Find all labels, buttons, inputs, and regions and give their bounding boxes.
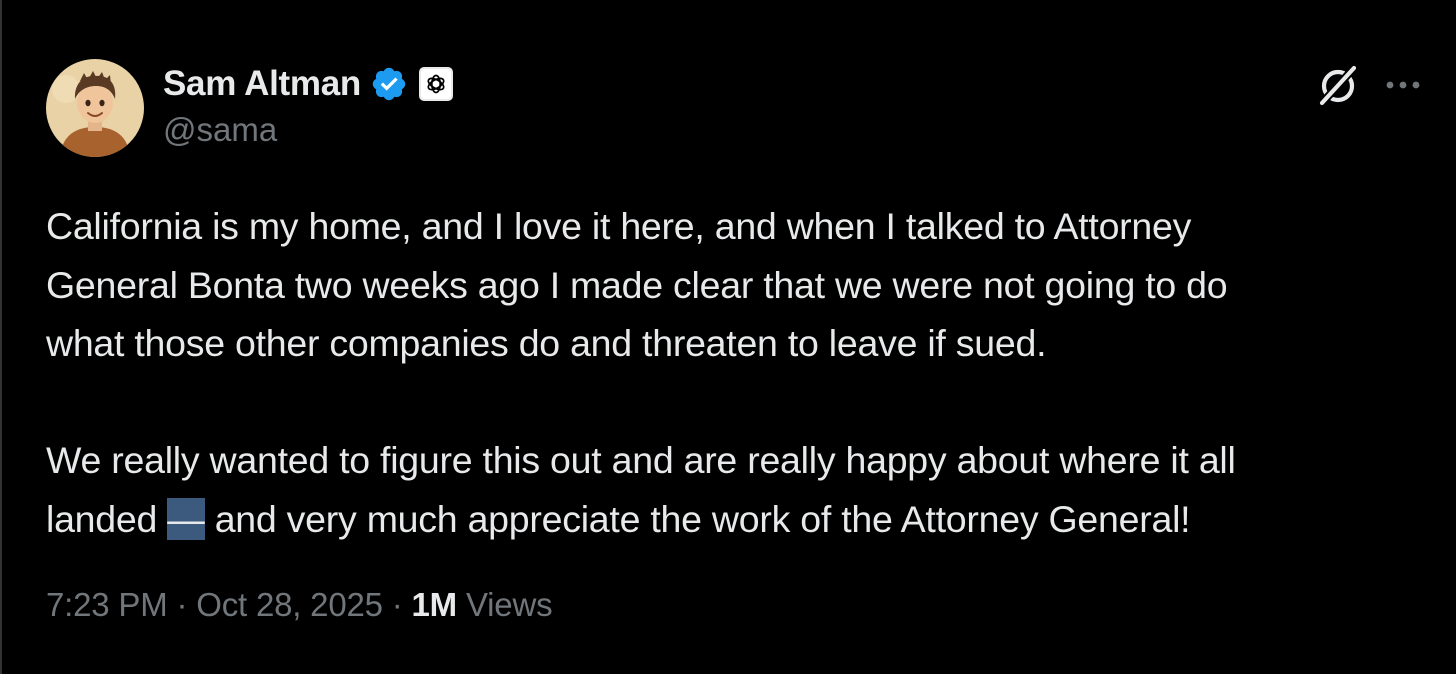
tweet-card: Sam Altman @sama California is my home, … <box>0 0 1456 674</box>
tweet-paragraph: California is my home, and I love it her… <box>46 197 1436 373</box>
avatar[interactable] <box>46 59 144 157</box>
more-options-icon[interactable] <box>1383 77 1423 93</box>
verified-badge-icon[interactable] <box>370 65 408 103</box>
avatar-illustration <box>46 59 144 157</box>
author-name-row: Sam Altman <box>163 62 453 106</box>
selected-text-highlight: — <box>167 497 205 540</box>
tweet-paragraph: We really wanted to figure this out and … <box>46 431 1436 548</box>
tweet-time[interactable]: 7:23 PM <box>46 586 168 623</box>
tweet-line: California is my home, and I love it her… <box>46 205 1192 247</box>
views-count: 1M <box>411 586 458 623</box>
tweet-line: and very much appreciate the work of the… <box>204 497 1191 540</box>
tweet-line: landed <box>46 497 168 540</box>
tweet-line: what those other companies do and threat… <box>46 322 1047 364</box>
meta-separator: · <box>167 586 197 623</box>
openai-logo-icon[interactable] <box>418 67 453 101</box>
meta-separator: · <box>382 586 412 623</box>
grok-icon[interactable] <box>1315 62 1361 108</box>
views-label: Views <box>456 586 553 623</box>
author-display-name[interactable]: Sam Altman <box>163 64 361 104</box>
tweet-line: General Bonta two weeks ago I made clear… <box>46 263 1228 306</box>
author-handle[interactable]: @sama <box>163 111 277 149</box>
tweet-date[interactable]: Oct 28, 2025 <box>196 586 383 623</box>
tweet-text: California is my home, and I love it her… <box>46 197 1436 548</box>
tweet-line: We really wanted to figure this out and … <box>46 439 1236 481</box>
tweet-meta: 7:23 PM · Oct 28, 2025 · 1M Views <box>46 586 553 624</box>
